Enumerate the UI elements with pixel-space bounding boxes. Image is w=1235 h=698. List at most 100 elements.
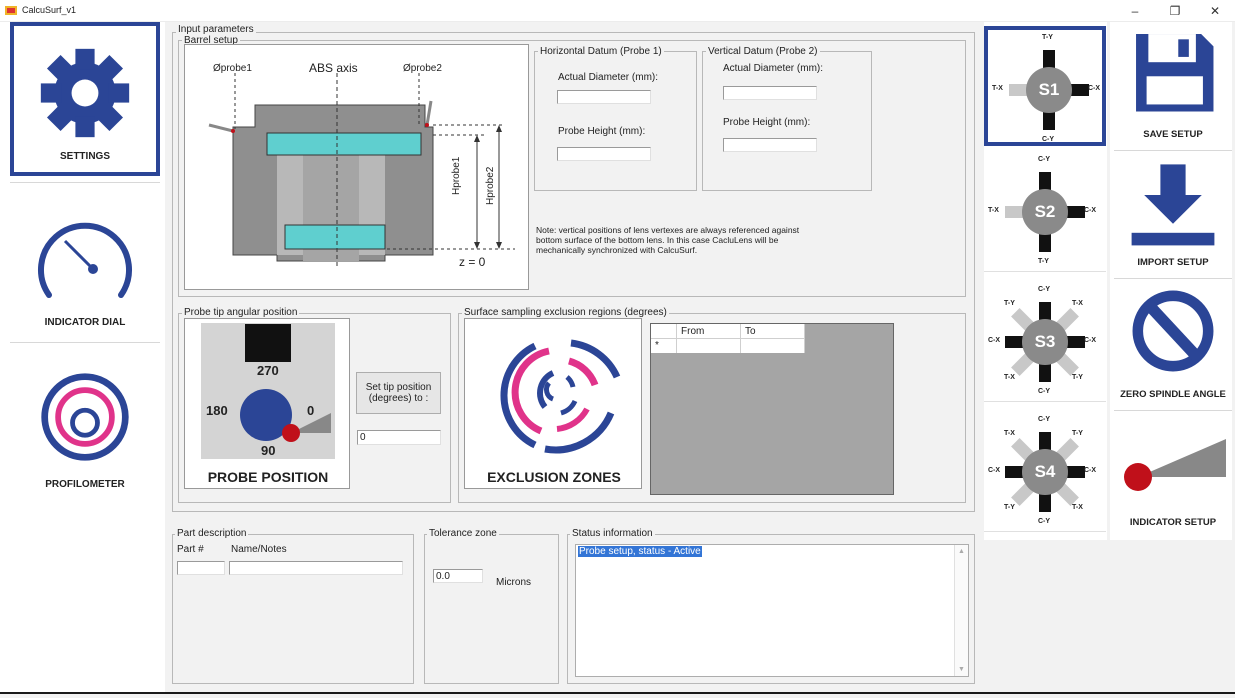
input-parameters-title: Input parameters — [176, 24, 256, 35]
exclusion-table[interactable]: From To * — [650, 323, 894, 495]
set-tip-position-button[interactable]: Set tip position (degrees) to : — [356, 372, 441, 414]
h-probe2-label: Hprobe2 — [485, 166, 496, 205]
tolerance-input[interactable]: 0.0 — [433, 569, 483, 583]
save-setup-button[interactable]: SAVE SETUP — [1114, 26, 1232, 148]
sensor-bottom-right-label: T-X — [1072, 504, 1083, 511]
indicator-dial-icon — [38, 222, 132, 298]
horizontal-diameter-input[interactable] — [557, 90, 651, 104]
sensor-top-label: C-Y — [1038, 156, 1051, 163]
name-notes-label: Name/Notes — [231, 544, 287, 555]
angle-270-label: 270 — [257, 363, 279, 378]
sensor-id-label: S1 — [1038, 80, 1060, 99]
zero-spindle-angle-label: ZERO SPINDLE ANGLE — [1120, 389, 1226, 400]
sensor-s2-button[interactable]: C-Y T-Y T-X C-X S2 — [984, 152, 1106, 272]
indicator-setup-label: INDICATOR SETUP — [1129, 517, 1217, 528]
sensor-bottom-label: T-Y — [1038, 258, 1049, 265]
nav-divider — [10, 342, 160, 343]
scroll-down-icon[interactable]: ▼ — [958, 666, 965, 673]
profilometer-label: PROFILOMETER — [45, 479, 125, 490]
indicator-setup-button[interactable]: INDICATOR SETUP — [1114, 414, 1232, 536]
scroll-up-icon[interactable]: ▲ — [958, 548, 965, 555]
sensor-id-label: S3 — [1034, 332, 1056, 351]
action-divider — [1114, 150, 1232, 151]
save-icon — [1136, 34, 1214, 112]
sensor-bottom-left-label: T-X — [1004, 374, 1015, 381]
sensor-top-label: C-Y — [1038, 416, 1051, 423]
status-scrollbar[interactable]: ▲ ▼ — [954, 545, 968, 676]
save-setup-label: SAVE SETUP — [1143, 129, 1203, 140]
sensor-bottom-label: C-Y — [1042, 136, 1055, 143]
z-zero-label: z = 0 — [459, 255, 486, 269]
vertical-diameter-input[interactable] — [723, 86, 817, 100]
sensor-s1-button[interactable]: T-Y C-Y T-X C-X S1 — [984, 26, 1106, 146]
vertical-diameter-label: Actual Diameter (mm): — [723, 63, 824, 74]
exclusion-zones-caption: EXCLUSION ZONES — [487, 469, 621, 485]
minimize-button[interactable]: – — [1115, 0, 1155, 22]
settings-button[interactable]: SETTINGS — [10, 22, 160, 176]
part-number-input[interactable] — [177, 561, 225, 575]
column-header-to[interactable]: To — [741, 324, 805, 339]
column-header-from[interactable]: From — [677, 324, 741, 339]
sensor-top-right-label: T-Y — [1072, 430, 1083, 437]
probe-position-image: 270 180 0 90 PROBE POSITION — [184, 318, 350, 489]
sensor-top-label: T-Y — [1042, 34, 1053, 41]
probe-dial-drawing — [240, 389, 331, 442]
table-cell-from[interactable] — [677, 339, 741, 353]
abs-axis-label: ABS axis — [309, 61, 358, 75]
zero-spindle-angle-button[interactable]: ZERO SPINDLE ANGLE — [1114, 282, 1232, 408]
part-number-label: Part # — [177, 544, 204, 555]
indicator-setup-icon — [1124, 439, 1226, 491]
horizontal-height-label: Probe Height (mm): — [558, 126, 646, 137]
table-corner-cell — [651, 324, 677, 339]
nav-divider — [10, 182, 160, 183]
close-button[interactable]: ✕ — [1195, 0, 1235, 22]
app-icon — [5, 6, 17, 15]
status-information-group: Status information Probe setup, status -… — [567, 528, 975, 684]
indicator-dial-label: INDICATOR DIAL — [44, 317, 126, 328]
exclusion-table-header: From To * — [651, 324, 805, 353]
part-description-group: Part description Part # Name/Notes — [172, 528, 414, 684]
h-probe1-label: Hprobe1 — [451, 156, 462, 195]
sensor-bottom-label: C-Y — [1038, 388, 1051, 395]
sensor-bottom-right-label: T-Y — [1072, 374, 1083, 381]
sensor-s3-button[interactable]: C-Y C-Y C-X C-X T-Y T-X T-X T-Y S3 — [984, 282, 1106, 402]
exclusion-zones-image: EXCLUSION ZONES — [464, 318, 642, 489]
tolerance-zone-title: Tolerance zone — [427, 528, 499, 539]
probe2-diameter-label: Øprobe2 — [403, 63, 442, 74]
settings-label: SETTINGS — [59, 151, 110, 162]
probe-tip-title: Probe tip angular position — [182, 307, 300, 318]
sensor-top-left-label: T-Y — [1004, 300, 1015, 307]
sensor-top-left-label: T-X — [1004, 430, 1015, 437]
datum-note: Note: vertical positions of lens vertexe… — [536, 225, 800, 255]
maximize-button[interactable]: ❐ — [1155, 0, 1195, 22]
vertical-datum-group: Vertical Datum (Probe 2) Actual Diameter… — [702, 46, 872, 191]
import-icon — [1131, 164, 1215, 246]
title-bar: CalcuSurf_v1 – ❐ ✕ — [0, 0, 1235, 22]
sensor-s4-button[interactable]: C-Y C-Y C-X C-X T-X T-Y T-Y T-X S4 — [984, 412, 1106, 532]
angle-0-label: 0 — [307, 403, 315, 418]
part-description-title: Part description — [175, 528, 249, 539]
angle-90-label: 90 — [261, 443, 276, 458]
profilometer-button[interactable]: PROFILOMETER — [10, 350, 160, 500]
exclusion-zones-drawing — [500, 339, 621, 454]
indicator-dial-button[interactable]: INDICATOR DIAL — [10, 190, 160, 338]
horizontal-datum-title: Horizontal Datum (Probe 1) — [538, 46, 664, 57]
import-setup-button[interactable]: IMPORT SETUP — [1114, 154, 1232, 276]
sensor-top-label: C-Y — [1038, 286, 1051, 293]
status-textarea[interactable]: Probe setup, status - Active ▲ ▼ — [575, 544, 969, 677]
profilometer-icon — [41, 373, 129, 461]
sensor-top-right-label: T-X — [1072, 300, 1083, 307]
table-cell-to[interactable] — [741, 339, 805, 353]
tip-position-input[interactable]: 0 — [357, 430, 441, 445]
import-setup-label: IMPORT SETUP — [1137, 257, 1209, 268]
window-bottom-border — [0, 692, 1235, 694]
tolerance-unit-label: Microns — [496, 577, 532, 588]
exclusion-title: Surface sampling exclusion regions (degr… — [462, 307, 669, 318]
barrel-diagram: Øprobe1 ABS axis Øprobe2 Hprobe1 Hprobe2… — [184, 44, 529, 290]
vertical-height-input[interactable] — [723, 138, 817, 152]
gear-icon — [40, 48, 130, 138]
probe1-diameter-label: Øprobe1 — [213, 63, 252, 74]
zero-spindle-icon — [1132, 290, 1214, 372]
horizontal-height-input[interactable] — [557, 147, 651, 161]
name-notes-input[interactable] — [229, 561, 403, 575]
